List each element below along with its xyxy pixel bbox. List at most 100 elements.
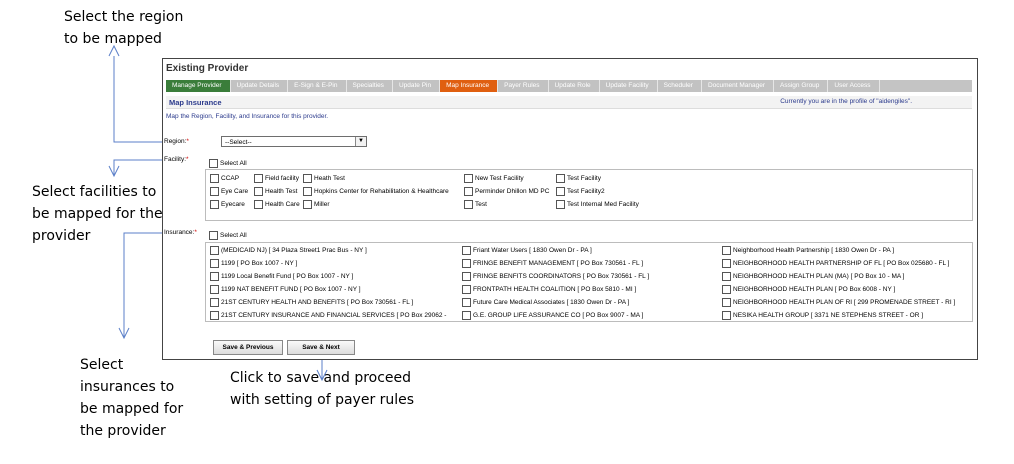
checkbox[interactable] — [303, 200, 312, 209]
facility-option[interactable]: Test Facility2 — [556, 187, 605, 196]
checkbox[interactable] — [209, 159, 218, 168]
insurance-option[interactable]: 1199 Local Benefit Fund [ PO Box 1007 - … — [210, 272, 353, 281]
window-title: Existing Provider — [166, 63, 249, 74]
tab-assign-group[interactable]: Assign Group — [774, 80, 829, 92]
checkbox[interactable] — [303, 187, 312, 196]
insurance-option-label: G.E. GROUP LIFE ASSURANCE CO [ PO Box 90… — [473, 312, 644, 320]
checkbox[interactable] — [722, 272, 731, 281]
insurance-option-label: Friant Water Users [ 1830 Owen Dr - PA ] — [473, 247, 592, 255]
checkbox[interactable] — [254, 200, 263, 209]
checkbox[interactable] — [722, 311, 731, 320]
region-select[interactable]: --Select-- ▼ — [221, 136, 367, 147]
insurance-option[interactable]: NESIKA HEALTH GROUP [ 3371 NE STEPHENS S… — [722, 311, 923, 320]
checkbox[interactable] — [254, 187, 263, 196]
tab-user-access[interactable]: User Access — [828, 80, 880, 92]
insurance-option[interactable]: FRONTPATH HEALTH COALITION [ PO Box 5810… — [462, 285, 636, 294]
tab-document-manager[interactable]: Document Manager — [701, 80, 775, 92]
tab-scheduler[interactable]: Scheduler — [657, 80, 702, 92]
checkbox[interactable] — [722, 246, 731, 255]
checkbox[interactable] — [556, 174, 565, 183]
facility-option-label: Health Test — [265, 188, 298, 196]
insurance-option-label: 21ST CENTURY HEALTH AND BENEFITS [ PO Bo… — [221, 299, 414, 307]
tab-update-role[interactable]: Update Role — [548, 80, 600, 92]
facility-option[interactable]: Test — [464, 200, 487, 209]
insurance-option[interactable]: 1199 NAT BENEFIT FUND [ PO Box 1007 - NY… — [210, 285, 361, 294]
facility-option[interactable]: Heath Test — [303, 174, 345, 183]
checkbox[interactable] — [210, 246, 219, 255]
insurance-option[interactable]: Friant Water Users [ 1830 Owen Dr - PA ] — [462, 246, 592, 255]
checkbox[interactable] — [303, 174, 312, 183]
facility-select-all[interactable]: Select All — [209, 159, 247, 168]
facility-option-label: Perminder Dhillon MD PC — [475, 188, 550, 196]
facility-option[interactable]: Health Care — [254, 200, 300, 209]
insurance-option[interactable]: NEIGHBORHOOD HEALTH PARTNERSHIP OF FL [ … — [722, 259, 949, 268]
save-previous-button[interactable]: Save & Previous — [213, 340, 283, 355]
facility-option-label: Test Facility2 — [567, 188, 605, 196]
checkbox[interactable] — [210, 285, 219, 294]
checkbox[interactable] — [210, 200, 219, 209]
checkbox[interactable] — [462, 272, 471, 281]
checkbox[interactable] — [210, 298, 219, 307]
insurance-list[interactable]: (MEDICAID NJ) [ 34 Plaza Street1 Prac Bu… — [205, 242, 973, 322]
section-title: Map Insurance — [169, 98, 222, 107]
facility-option[interactable]: CCAP — [210, 174, 239, 183]
checkbox[interactable] — [210, 311, 219, 320]
checkbox[interactable] — [210, 272, 219, 281]
checkbox[interactable] — [722, 298, 731, 307]
checkbox[interactable] — [556, 200, 565, 209]
tab-map-insurance[interactable]: Map Insurance — [440, 80, 499, 92]
facility-option[interactable]: Hopkins Center for Rehabilitation & Heal… — [303, 187, 449, 196]
checkbox[interactable] — [722, 259, 731, 268]
insurance-option[interactable]: NEIGHBORHOOD HEALTH PLAN [ PO Box 6008 -… — [722, 285, 895, 294]
checkbox[interactable] — [462, 246, 471, 255]
checkbox[interactable] — [556, 187, 565, 196]
facility-option[interactable]: Health Test — [254, 187, 297, 196]
facility-option-label: Test Internal Med Facility — [567, 201, 639, 209]
checkbox[interactable] — [464, 187, 473, 196]
checkbox[interactable] — [462, 298, 471, 307]
tab-update-facility[interactable]: Update Facility — [599, 80, 658, 92]
facility-option[interactable]: Test Internal Med Facility — [556, 200, 639, 209]
insurance-option[interactable]: 21ST CENTURY HEALTH AND BENEFITS [ PO Bo… — [210, 298, 413, 307]
facility-option[interactable]: Perminder Dhillon MD PC — [464, 187, 549, 196]
checkbox[interactable] — [464, 200, 473, 209]
insurance-option[interactable]: G.E. GROUP LIFE ASSURANCE CO [ PO Box 90… — [462, 311, 643, 320]
checkbox[interactable] — [210, 187, 219, 196]
required-marker: * — [186, 138, 189, 145]
facility-option[interactable]: Eye Care — [210, 187, 248, 196]
insurance-option[interactable]: NEIGHBORHOOD HEALTH PLAN (MA) [ PO Box 1… — [722, 272, 904, 281]
chevron-down-icon[interactable]: ▼ — [355, 137, 366, 146]
facility-option[interactable]: Field facility — [254, 174, 299, 183]
checkbox[interactable] — [209, 231, 218, 240]
facility-option[interactable]: Miller — [303, 200, 330, 209]
checkbox[interactable] — [210, 174, 219, 183]
insurance-option[interactable]: FRINGE BENEFIT MANAGEMENT [ PO Box 73056… — [462, 259, 643, 268]
tab-update-pin[interactable]: Update Pin — [392, 80, 441, 92]
checkbox[interactable] — [464, 174, 473, 183]
checkbox[interactable] — [722, 285, 731, 294]
insurance-option[interactable]: 1199 [ PO Box 1007 - NY ] — [210, 259, 297, 268]
insurance-option[interactable]: NEIGHBORHOOD HEALTH PLAN OF RI [ 299 PRO… — [722, 298, 955, 307]
facility-option[interactable]: Eyecare — [210, 200, 245, 209]
insurance-option[interactable]: Neighborhood Health Partnership [ 1830 O… — [722, 246, 894, 255]
facility-option[interactable]: New Test Facility — [464, 174, 524, 183]
insurance-option[interactable]: 21ST CENTURY INSURANCE AND FINANCIAL SER… — [210, 311, 446, 320]
facility-option[interactable]: Test Facility — [556, 174, 601, 183]
insurance-option[interactable]: FRINGE BENFITS COORDINATORS [ PO Box 730… — [462, 272, 649, 281]
tab-e-sign-e-pin[interactable]: E-Sign & E-Pin — [288, 80, 347, 92]
save-next-button[interactable]: Save & Next — [287, 340, 355, 355]
insurance-select-all[interactable]: Select All — [209, 231, 247, 240]
checkbox[interactable] — [254, 174, 263, 183]
insurance-option[interactable]: (MEDICAID NJ) [ 34 Plaza Street1 Prac Bu… — [210, 246, 367, 255]
checkbox[interactable] — [462, 259, 471, 268]
checkbox[interactable] — [462, 285, 471, 294]
checkbox[interactable] — [462, 311, 471, 320]
insurance-option-label: Neighborhood Health Partnership [ 1830 O… — [733, 247, 895, 255]
tab-payer-rules[interactable]: Payer Rules — [498, 80, 549, 92]
tab-manage-provider[interactable]: Manage Provider — [166, 80, 231, 92]
tab-specialties[interactable]: Specialties — [346, 80, 393, 92]
tab-update-details[interactable]: Update Details — [230, 80, 289, 92]
insurance-option[interactable]: Future Care Medical Associates [ 1830 Ow… — [462, 298, 629, 307]
required-marker: * — [194, 229, 197, 236]
checkbox[interactable] — [210, 259, 219, 268]
